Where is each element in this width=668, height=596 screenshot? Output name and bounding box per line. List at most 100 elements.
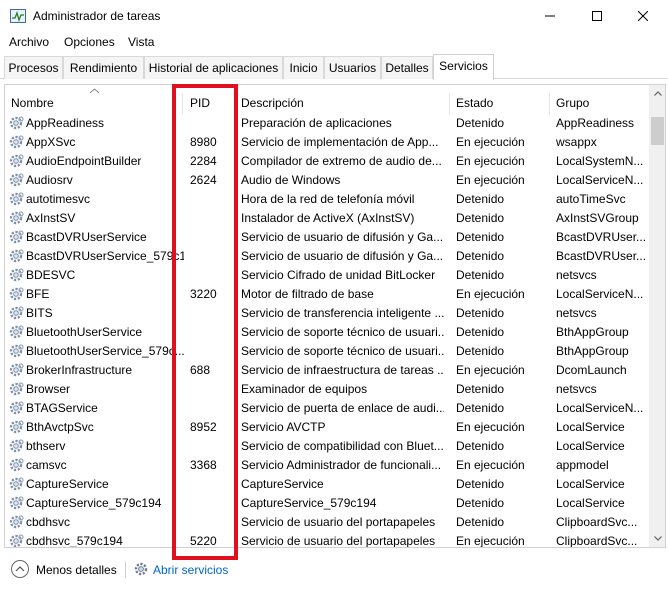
vertical-scrollbar[interactable] <box>649 85 665 547</box>
maximize-button[interactable] <box>574 0 620 32</box>
service-row[interactable]: autotimesvc Hora de la red de telefonía m… <box>5 190 649 209</box>
service-name: autotimesvc <box>26 192 91 206</box>
service-row[interactable]: cbdhsvc Servicio de usuario del portapape… <box>5 513 649 532</box>
menu-archivo[interactable]: Archivo <box>9 35 49 49</box>
tab-rendimiento[interactable]: Rendimiento <box>63 56 144 79</box>
less-details-label[interactable]: Menos detalles <box>36 563 117 577</box>
service-description: Instalador de ActiveX (AxInstSV) <box>241 211 415 225</box>
tab-servicios[interactable]: Servicios <box>433 54 494 80</box>
service-description: Servicio de puerta de enlace de audi... <box>241 401 444 415</box>
column-header-pid[interactable]: PID <box>190 85 210 115</box>
column-header-name[interactable]: Nombre <box>11 85 54 115</box>
service-row[interactable]: BrokerInfrastructure 688 Servicio de infra… <box>5 361 649 380</box>
service-status: En ejecución <box>456 135 525 149</box>
service-name: BFE <box>26 287 50 301</box>
tab-inicio[interactable]: Inicio <box>283 56 324 79</box>
tab-detalles[interactable]: Detalles <box>381 56 433 79</box>
service-row[interactable]: BluetoothUserService Servicio de soporte … <box>5 323 649 342</box>
footer-divider <box>125 562 126 578</box>
service-row[interactable]: Browser Examinador de equipos Detenido nets… <box>5 380 649 399</box>
service-group: netsvcs <box>556 306 597 320</box>
service-row[interactable]: AppXSvc 8980 Servicio de implementación de… <box>5 133 649 152</box>
service-row[interactable]: BITS Servicio de transferencia inteligent… <box>5 304 649 323</box>
service-pid: 8952 <box>190 420 217 434</box>
service-gear-icon <box>9 287 24 301</box>
service-name: BluetoothUserService_579c... <box>26 344 184 358</box>
service-row[interactable]: AppReadiness Preparación de aplicaciones D… <box>5 114 649 133</box>
service-status: Detenido <box>456 116 505 130</box>
service-description: Servicio AVCTP <box>241 420 326 434</box>
service-status: Detenido <box>456 401 505 415</box>
window-title: Administrador de tareas <box>33 9 161 23</box>
column-divider[interactable] <box>182 93 183 115</box>
service-row[interactable]: CaptureService CaptureService Detenido Loca… <box>5 475 649 494</box>
minimize-button[interactable] <box>527 0 573 32</box>
service-row[interactable]: CaptureService_579c194 CaptureService_579… <box>5 494 649 513</box>
tab-historial[interactable]: Historial de aplicaciones <box>144 56 283 79</box>
service-pid: 2284 <box>190 154 217 168</box>
service-row[interactable]: bthserv Servicio de compatibilidad con Bl… <box>5 437 649 456</box>
column-header-description[interactable]: Descripción <box>241 85 304 115</box>
column-divider[interactable] <box>235 93 236 115</box>
service-row[interactable]: BFE 3220 Motor de filtrado de base En ejecu… <box>5 285 649 304</box>
service-row[interactable]: BcastDVRUserService Servicio de usuario d… <box>5 228 649 247</box>
service-row[interactable]: BcastDVRUserService_579c1... Servicio de … <box>5 247 649 266</box>
task-manager-icon <box>10 9 26 23</box>
service-group: wsappx <box>556 135 597 149</box>
chevron-down-icon <box>653 536 662 541</box>
scroll-thumb[interactable] <box>651 117 664 145</box>
service-gear-icon <box>9 116 24 130</box>
service-row[interactable]: BluetoothUserService_579c... Servicio de … <box>5 342 649 361</box>
service-group: appmodel <box>556 458 609 472</box>
service-row[interactable]: AxInstSV Instalador de ActiveX (AxInstSV)… <box>5 209 649 228</box>
close-button[interactable] <box>620 0 666 32</box>
column-divider[interactable] <box>549 93 550 115</box>
open-services-link[interactable]: Abrir servicios <box>153 563 228 577</box>
service-status: En ejecución <box>456 154 525 168</box>
service-gear-icon <box>9 382 24 396</box>
service-description: Servicio de usuario del portapapeles <box>241 534 436 548</box>
service-row[interactable]: BDESVC Servicio Cifrado de unidad BitLock… <box>5 266 649 285</box>
service-group: BcastDVRUser... <box>556 230 646 244</box>
service-group: AxInstSVGroup <box>556 211 639 225</box>
service-row[interactable]: AudioEndpointBuilder 2284 Compilador de ex… <box>5 152 649 171</box>
column-header-group[interactable]: Grupo <box>556 85 589 115</box>
menu-vista[interactable]: Vista <box>128 35 154 49</box>
column-divider[interactable] <box>449 93 450 115</box>
service-name: BthAvctpSvc <box>26 420 94 434</box>
service-group: ClipboardSvc... <box>556 534 638 548</box>
column-header-status[interactable]: Estado <box>456 85 493 115</box>
service-gear-icon <box>9 306 24 320</box>
tab-procesos[interactable]: Procesos <box>4 56 63 79</box>
service-gear-icon <box>9 344 24 358</box>
menu-opciones[interactable]: Opciones <box>64 35 115 49</box>
service-row[interactable]: Audiosrv 2624 Audio de Windows En ejecución… <box>5 171 649 190</box>
service-gear-icon <box>9 458 24 472</box>
services-gear-icon[interactable] <box>133 561 149 577</box>
service-row[interactable]: cbdhsvc_579c194 5220 Servicio de usuario d… <box>5 532 649 548</box>
service-status: En ejecución <box>456 420 525 434</box>
sort-ascending-icon[interactable] <box>89 88 100 94</box>
service-description: Servicio de implementación de App... <box>241 135 439 149</box>
maximize-icon <box>592 11 602 21</box>
scroll-down-button[interactable] <box>649 530 665 547</box>
tab-usuarios[interactable]: Usuarios <box>324 56 381 79</box>
service-description: Servicio de soporte técnico de usuari... <box>241 325 444 339</box>
service-group: LocalServiceN... <box>556 287 644 301</box>
service-group: BthAppGroup <box>556 325 629 339</box>
service-status: En ejecución <box>456 287 525 301</box>
services-list: Nombre PID Descripción Estado Grupo AppR… <box>4 84 666 548</box>
service-status: Detenido <box>456 344 505 358</box>
service-row[interactable]: BTAGService Servicio de puerta de enlace … <box>5 399 649 418</box>
service-status: Detenido <box>456 496 505 510</box>
service-row[interactable]: camsvc 3368 Servicio Administrador de func… <box>5 456 649 475</box>
service-status: Detenido <box>456 306 505 320</box>
less-details-button[interactable] <box>11 560 29 578</box>
service-row[interactable]: BthAvctpSvc 8952 Servicio AVCTP En ejecució… <box>5 418 649 437</box>
service-status: Detenido <box>456 249 505 263</box>
service-pid: 2624 <box>190 173 217 187</box>
scroll-up-button[interactable] <box>649 85 665 102</box>
minimize-icon <box>545 15 555 17</box>
service-gear-icon <box>9 363 24 377</box>
service-pid: 3220 <box>190 287 217 301</box>
